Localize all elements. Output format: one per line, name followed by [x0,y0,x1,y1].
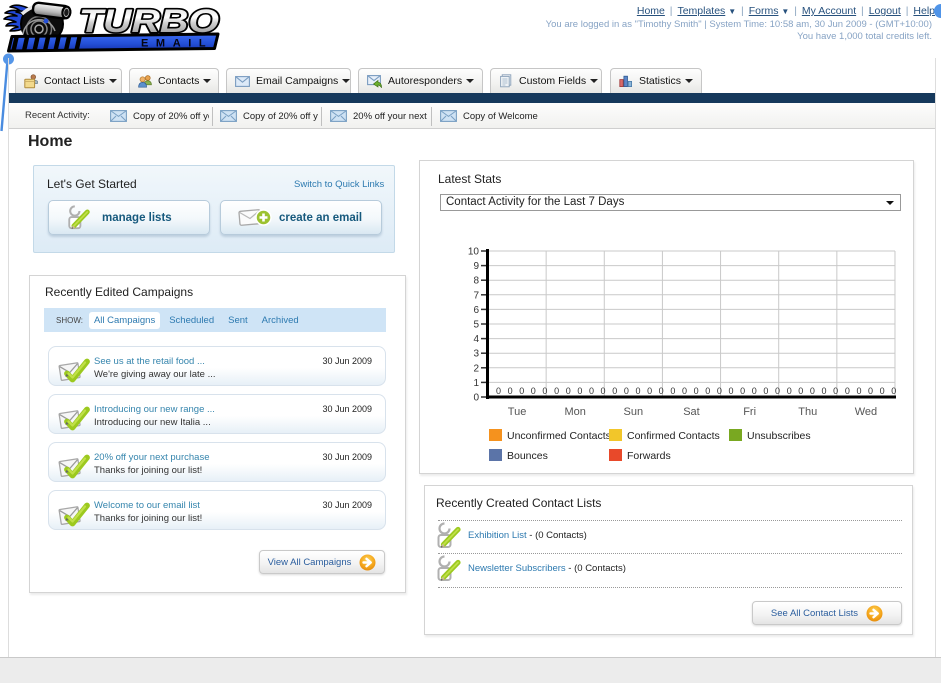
svg-text:0: 0 [601,386,606,396]
svg-text:Fri: Fri [743,406,756,418]
svg-text:4: 4 [473,334,479,345]
svg-text:Tue: Tue [508,406,527,418]
svg-text:Thu: Thu [798,406,817,418]
svg-text:EMAIL: EMAIL [141,38,213,50]
svg-text:0: 0 [717,386,722,396]
svg-text:5: 5 [473,320,479,331]
svg-text:Confirmed Contacts: Confirmed Contacts [627,430,720,442]
svg-text:0: 0 [787,386,792,396]
svg-text:2: 2 [473,363,479,374]
svg-text:0: 0 [694,386,699,396]
svg-text:0: 0 [729,386,734,396]
svg-text:7: 7 [473,290,479,301]
svg-text:Unconfirmed Contacts: Unconfirmed Contacts [507,430,611,442]
svg-text:0: 0 [566,386,571,396]
svg-text:0: 0 [577,386,582,396]
svg-text:0: 0 [775,386,780,396]
svg-text:0: 0 [531,386,536,396]
svg-text:Unsubscribes: Unsubscribes [747,430,811,442]
svg-text:0: 0 [473,393,479,404]
svg-text:1: 1 [473,378,479,389]
svg-text:3: 3 [473,349,479,360]
svg-text:Wed: Wed [855,406,877,418]
svg-text:0: 0 [868,386,873,396]
svg-text:Mon: Mon [565,406,586,418]
svg-text:Sat: Sat [683,406,700,418]
svg-text:0: 0 [519,386,524,396]
svg-text:0: 0 [763,386,768,396]
svg-text:0: 0 [554,386,559,396]
svg-text:0: 0 [798,386,803,396]
svg-text:0: 0 [624,386,629,396]
svg-text:0: 0 [589,386,594,396]
svg-text:10: 10 [468,247,480,258]
svg-text:0: 0 [670,386,675,396]
svg-text:0: 0 [612,386,617,396]
svg-text:8: 8 [473,276,479,287]
svg-text:0: 0 [705,386,710,396]
svg-text:0: 0 [740,386,745,396]
svg-text:9: 9 [473,261,479,272]
svg-text:0: 0 [856,386,861,396]
svg-text:Forwards: Forwards [627,450,671,462]
svg-text:0: 0 [542,386,547,396]
svg-text:0: 0 [496,386,501,396]
svg-text:0: 0 [880,386,885,396]
svg-text:0: 0 [845,386,850,396]
svg-text:0: 0 [810,386,815,396]
svg-text:Sun: Sun [624,406,644,418]
svg-text:0: 0 [822,386,827,396]
svg-text:6: 6 [473,305,479,316]
svg-text:0: 0 [891,386,896,396]
svg-text:Bounces: Bounces [507,450,548,462]
svg-text:0: 0 [647,386,652,396]
svg-text:0: 0 [752,386,757,396]
svg-text:0: 0 [635,386,640,396]
svg-text:0: 0 [659,386,664,396]
svg-text:0: 0 [682,386,687,396]
svg-text:0: 0 [833,386,838,396]
svg-text:0: 0 [508,386,513,396]
